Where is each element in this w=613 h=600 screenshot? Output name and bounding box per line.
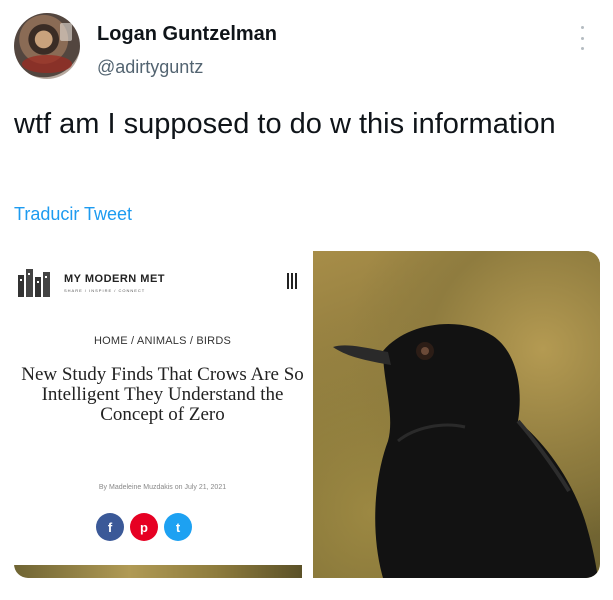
avatar[interactable]	[14, 13, 80, 79]
facebook-icon: f	[96, 513, 124, 541]
twitter-icon: t	[164, 513, 192, 541]
pinterest-icon: p	[130, 513, 158, 541]
share-buttons: f p t	[96, 513, 192, 541]
avatar-detail-plate	[22, 55, 72, 73]
translate-tweet-link[interactable]: Traducir Tweet	[14, 202, 132, 226]
more-options-icon[interactable]	[576, 26, 588, 50]
site-name: MY MODERN MET	[64, 273, 166, 285]
crow-illustration	[333, 324, 598, 578]
my-modern-met-logo-icon	[18, 269, 50, 297]
tweet-media[interactable]: MY MODERN MET SHARE / INSPIRE / CONNECT …	[14, 251, 600, 578]
avatar-detail-highlight	[60, 23, 72, 41]
article-byline: By Madeleine Muzdakis on July 21, 2021	[98, 484, 227, 491]
article-image-strip	[14, 565, 302, 578]
menu-icon	[287, 273, 297, 289]
tweet-text: wtf am I supposed to do w this informati…	[14, 108, 556, 140]
article-headline: New Study Finds That Crows Are So Intell…	[21, 364, 304, 425]
breadcrumb: HOME / ANIMALS / BIRDS	[93, 335, 232, 347]
site-tagline: SHARE / INSPIRE / CONNECT	[64, 288, 146, 293]
author-handle[interactable]: @adirtyguntz	[97, 56, 203, 78]
author-name[interactable]: Logan Guntzelman	[97, 22, 277, 46]
article-screenshot: MY MODERN MET SHARE / INSPIRE / CONNECT …	[14, 251, 311, 578]
crow-photo	[313, 251, 600, 578]
